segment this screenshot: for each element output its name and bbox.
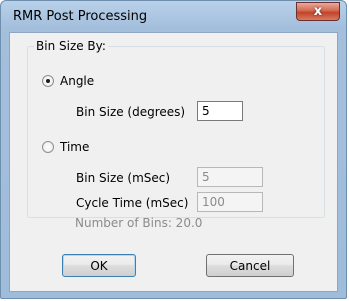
bin-size-group-label: Bin Size By: bbox=[34, 39, 108, 53]
number-of-bins-text: Number of Bins: 20.0 bbox=[75, 216, 203, 230]
title-bar[interactable]: RMR Post Processing x bbox=[1, 1, 346, 31]
time-bin-size-label: Bin Size (mSec) bbox=[76, 171, 171, 185]
dialog-body: Bin Size By: Angle Bin Size (degrees) Ti… bbox=[9, 32, 338, 292]
angle-bin-size-input[interactable] bbox=[197, 101, 243, 121]
close-button[interactable]: x bbox=[296, 2, 340, 21]
cycle-time-input[interactable] bbox=[197, 192, 263, 212]
cancel-button[interactable]: Cancel bbox=[206, 254, 294, 277]
ok-button[interactable]: OK bbox=[62, 254, 136, 277]
time-bin-size-input[interactable] bbox=[197, 167, 263, 187]
dialog-window: RMR Post Processing x Bin Size By: Angle… bbox=[0, 0, 347, 299]
bin-size-group: Bin Size By: Angle Bin Size (degrees) Ti… bbox=[27, 39, 325, 218]
angle-radio-label: Angle bbox=[60, 74, 95, 88]
window-title: RMR Post Processing bbox=[13, 9, 148, 24]
cycle-time-label: Cycle Time (mSec) bbox=[76, 196, 189, 210]
time-radio-option[interactable]: Time bbox=[42, 140, 89, 154]
angle-radio-button[interactable] bbox=[42, 75, 54, 87]
time-radio-button[interactable] bbox=[42, 141, 54, 153]
time-radio-label: Time bbox=[60, 140, 90, 154]
angle-bin-size-label: Bin Size (degrees) bbox=[76, 105, 186, 119]
close-icon: x bbox=[313, 4, 323, 19]
angle-radio-option[interactable]: Angle bbox=[42, 74, 94, 88]
